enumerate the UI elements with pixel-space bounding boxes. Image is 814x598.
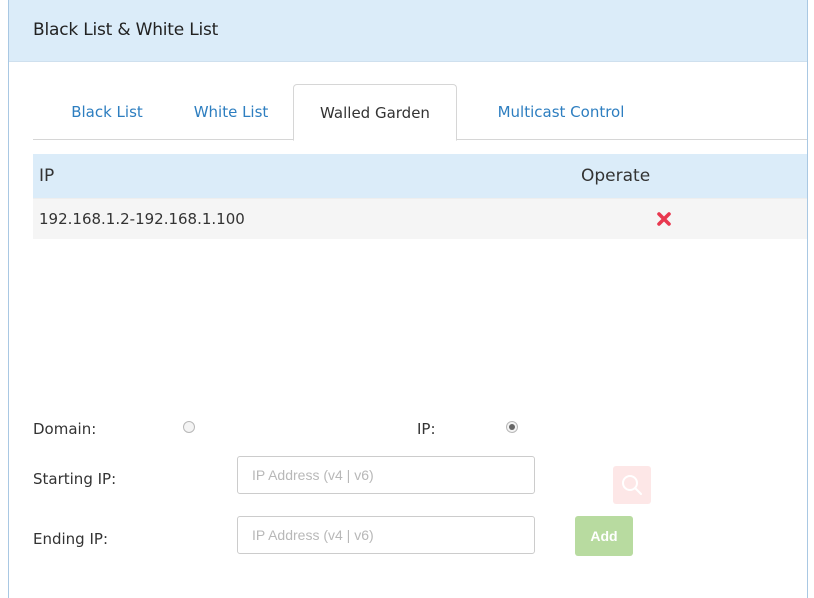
tab-white-list[interactable]: White List <box>175 84 287 140</box>
search-icon <box>622 475 642 495</box>
black-white-list-panel: Black List & White List Black List White… <box>8 0 808 598</box>
table-header: IP Operate <box>33 154 807 198</box>
ending-ip-input[interactable] <box>237 516 535 554</box>
panel-title: Black List & White List <box>33 20 219 40</box>
row-ip-range: 192.168.1.2-192.168.1.100 <box>39 210 245 228</box>
column-header-ip: IP <box>39 166 55 186</box>
column-header-operate: Operate <box>581 166 651 186</box>
domain-label: Domain: <box>33 420 97 438</box>
panel-header: Black List & White List <box>9 0 807 62</box>
ip-radio[interactable] <box>506 421 518 433</box>
starting-ip-input[interactable] <box>237 456 535 494</box>
starting-ip-label: Starting IP: <box>33 470 117 488</box>
table-row: 192.168.1.2-192.168.1.100 <box>33 198 807 239</box>
tab-black-list[interactable]: Black List <box>51 84 163 140</box>
tab-bar: Black List White List Walled Garden Mult… <box>33 84 807 141</box>
domain-radio[interactable] <box>183 421 195 433</box>
tab-walled-garden[interactable]: Walled Garden <box>293 84 457 141</box>
search-button[interactable] <box>613 466 651 504</box>
add-button[interactable]: Add <box>575 516 633 556</box>
ip-label: IP: <box>417 420 436 438</box>
ending-ip-label: Ending IP: <box>33 530 108 548</box>
delete-icon[interactable] <box>655 210 673 228</box>
walled-garden-table: IP Operate 192.168.1.2-192.168.1.100 <box>33 154 807 239</box>
tab-multicast-control[interactable]: Multicast Control <box>463 84 659 140</box>
